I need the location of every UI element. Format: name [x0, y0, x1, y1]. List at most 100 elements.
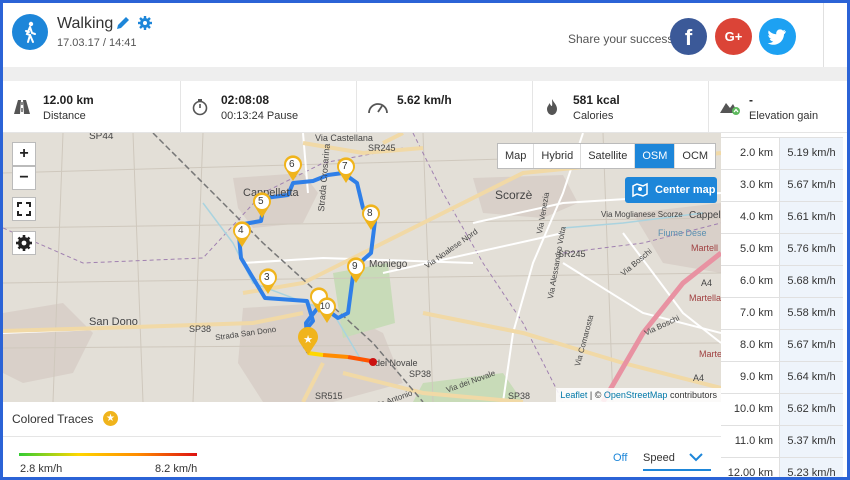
stat-calories: 581 kcal Calories: [533, 81, 709, 133]
pencil-icon[interactable]: [115, 15, 131, 31]
twitter-share-button[interactable]: [759, 18, 796, 55]
map-type-hybrid[interactable]: Hybrid: [534, 144, 582, 168]
split-distance: 11.0 km: [734, 435, 773, 447]
waypoint-number: 6: [289, 159, 295, 170]
min-speed-label: 2.8 km/h: [20, 463, 63, 475]
table-row: 12.00 km 5.23 km/h: [721, 457, 843, 479]
header-divider: [3, 67, 847, 81]
twitter-icon: [767, 29, 786, 45]
flame-icon: [543, 98, 561, 116]
split-speed: 5.67 km/h: [779, 170, 843, 201]
table-row: 8.0 km 5.67 km/h: [721, 329, 843, 361]
start-marker[interactable]: ★: [298, 327, 318, 355]
waypoint-number: 4: [238, 225, 244, 236]
gear-icon: [16, 235, 32, 251]
split-speed: 5.61 km/h: [779, 202, 843, 233]
waypoint-number: 3: [264, 272, 270, 283]
split-distance: 3.0 km: [739, 179, 773, 191]
split-speed: 5.68 km/h: [779, 266, 843, 297]
split-speed: 5.62 km/h: [779, 394, 843, 425]
stat-value: 581 kcal: [573, 93, 620, 107]
stat-label: Calories: [573, 110, 614, 122]
waypoint-number: 10: [320, 301, 331, 311]
gear-icon[interactable]: [137, 15, 153, 31]
speedometer-icon: [367, 98, 389, 116]
route-map[interactable]: SP44 Via Castellana SR245 Cappelletta St…: [3, 133, 721, 402]
stat-duration: 02:08:08 00:13:24 Pause: [181, 81, 357, 133]
table-row: 4.0 km 5.61 km/h: [721, 201, 843, 233]
map-type-satellite[interactable]: Satellite: [581, 144, 636, 168]
google-plus-share-button[interactable]: G+: [715, 18, 752, 55]
share-label: Share your success: [568, 32, 674, 46]
map-attribution: Leaflet | © OpenStreetMap contributors: [556, 388, 721, 402]
center-map-label: Center map: [655, 184, 716, 196]
stat-speed: 5.62 km/h: [357, 81, 533, 133]
split-distance: 8.0 km: [739, 339, 773, 351]
split-table: 2.0 km 5.19 km/h 3.0 km 5.67 km/h 4.0 km 5.…: [721, 133, 843, 479]
stat-value: 12.00 km: [43, 93, 94, 107]
elevation-icon: [719, 98, 741, 116]
stat-value: -: [749, 93, 753, 107]
table-row: 10.0 km 5.62 km/h: [721, 393, 843, 425]
split-distance: 9.0 km: [739, 371, 773, 383]
center-map-button[interactable]: Center map: [625, 177, 717, 203]
split-speed: 5.58 km/h: [779, 298, 843, 329]
split-distance: 2.0 km: [739, 147, 773, 159]
trace-mode-value: Speed: [643, 452, 675, 464]
split-distance: 6.0 km: [739, 275, 773, 287]
map-type-switcher: Map Hybrid Satellite OSM OCM: [497, 143, 717, 169]
split-speed: 5.76 km/h: [779, 234, 843, 265]
road-icon: [13, 98, 31, 116]
waypoint-number: 9: [352, 261, 358, 272]
facebook-icon: f: [684, 25, 693, 50]
split-distance: 12.00 km: [727, 467, 773, 479]
table-row: 6.0 km 5.68 km/h: [721, 265, 843, 297]
zoom-out-button[interactable]: −: [12, 166, 36, 190]
table-row: 9.0 km 5.64 km/h: [721, 361, 843, 393]
map-pin-icon: [632, 182, 648, 198]
split-speed: 5.37 km/h: [779, 426, 843, 457]
speed-gradient-legend: [19, 453, 197, 456]
waypoint-number: 8: [367, 208, 373, 219]
activity-title: Walking: [57, 15, 114, 32]
svg-text:★: ★: [303, 333, 313, 346]
window-edge: [823, 3, 847, 67]
route-markers: ★: [233, 155, 380, 366]
activity-datetime: 17.03.17 / 14:41: [57, 37, 137, 49]
facebook-share-button[interactable]: f: [670, 18, 707, 55]
split-distance: 5.0 km: [739, 243, 773, 255]
map-settings-button[interactable]: [12, 231, 36, 255]
table-row: 7.0 km 5.58 km/h: [721, 297, 843, 329]
zoom-in-button[interactable]: +: [12, 142, 36, 166]
attribution-separator: | ©: [589, 390, 602, 400]
map-type-osm[interactable]: OSM: [635, 144, 676, 168]
stat-distance: 12.00 km Distance: [3, 81, 181, 133]
stat-label: Distance: [43, 110, 86, 122]
stat-label: Elevation gain: [749, 110, 819, 122]
end-marker[interactable]: [369, 358, 377, 366]
split-speed: 5.23 km/h: [779, 458, 843, 477]
table-row: 5.0 km 5.76 km/h: [721, 233, 843, 265]
table-row: 11.0 km 5.37 km/h: [721, 425, 843, 457]
chevron-down-icon[interactable]: [689, 452, 703, 462]
split-distance: 10.0 km: [733, 403, 773, 415]
map-type-ocm[interactable]: OCM: [675, 144, 715, 168]
stat-value: 5.62 km/h: [397, 93, 452, 107]
traces-off-button[interactable]: Off: [613, 452, 627, 464]
stat-value: 02:08:08: [221, 93, 270, 107]
split-speed: 5.64 km/h: [779, 362, 843, 393]
stopwatch-icon: [191, 98, 209, 116]
google-plus-icon: G+: [724, 29, 743, 44]
leaflet-link[interactable]: Leaflet: [560, 390, 587, 400]
app-window: Walking 17.03.17 / 14:41 Share your succ…: [0, 0, 850, 480]
table-row: 2.0 km 5.19 km/h: [721, 137, 843, 169]
waypoint-number: 7: [342, 161, 348, 172]
divider: [3, 436, 721, 437]
fullscreen-button[interactable]: [12, 197, 36, 221]
map-type-map[interactable]: Map: [498, 144, 535, 168]
osm-link[interactable]: OpenStreetMap: [604, 390, 668, 400]
split-distance: 7.0 km: [739, 307, 773, 319]
stat-elevation: - Elevation gain: [709, 81, 847, 133]
max-speed-label: 8.2 km/h: [155, 463, 198, 475]
star-icon: ★: [103, 411, 118, 426]
